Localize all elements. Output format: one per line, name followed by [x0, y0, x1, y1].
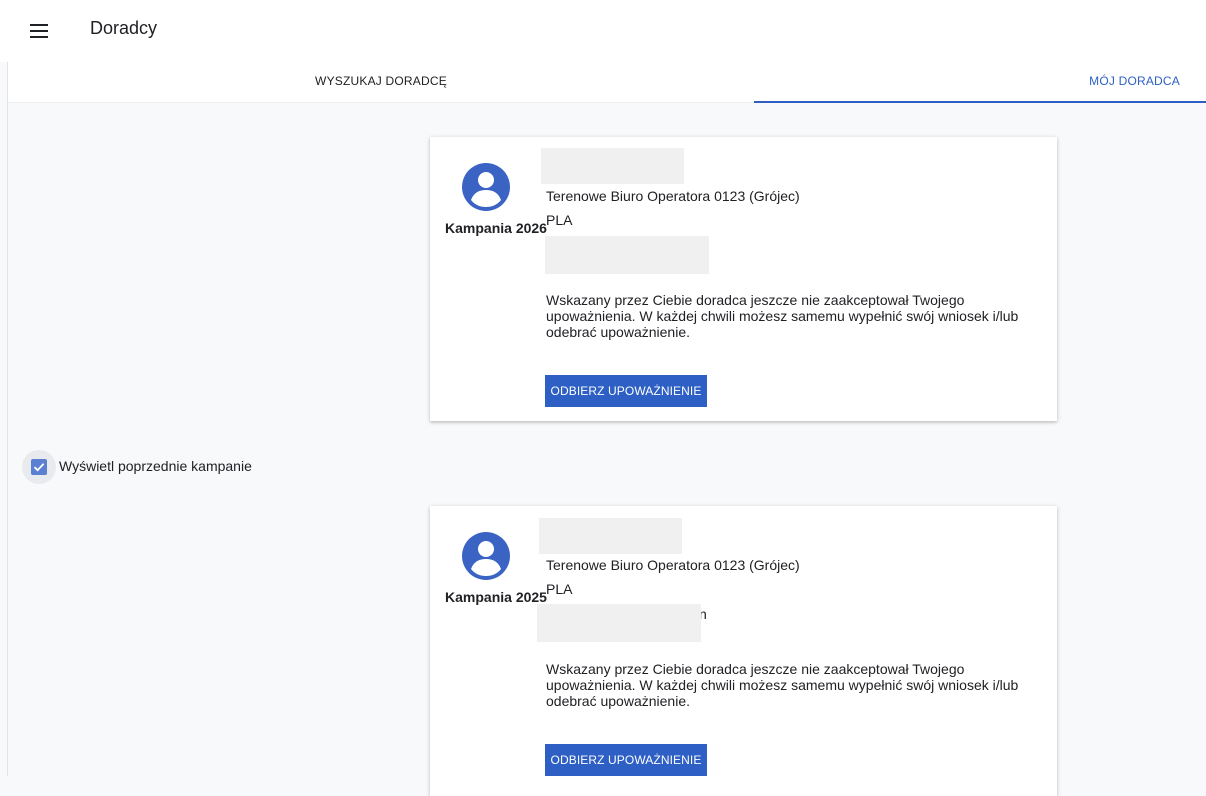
status-message: Wskazany przez Ciebie doradca jeszcze ni…	[546, 661, 1019, 709]
tab-my-advisor[interactable]: MÓJ DORADCA	[754, 62, 1206, 103]
page-title: Doradcy	[90, 18, 158, 38]
redacted-contact	[545, 236, 709, 274]
country-code: PLA	[546, 581, 573, 597]
campaign-label: Kampania 2026	[445, 220, 547, 236]
checkbox-label: Wyświetl poprzednie kampanie	[59, 458, 252, 474]
account-circle-icon	[462, 163, 510, 211]
previous-campaigns-checkbox[interactable]	[31, 459, 47, 475]
office-name: Terenowe Biuro Operatora 0123 (Grójec)	[546, 557, 800, 573]
left-divider	[7, 62, 8, 776]
tab-label: MÓJ DORADCA	[1089, 74, 1180, 88]
revoke-authorization-button[interactable]: ODBIERZ UPOWAŻNIENIE	[545, 744, 707, 776]
campaign-label: Kampania 2025	[445, 589, 547, 605]
redacted-name	[539, 518, 682, 554]
active-tab-indicator	[754, 101, 1206, 103]
redacted-contact	[537, 604, 701, 642]
tab-bar: WYSZUKAJ DORADCĘ MÓJ DORADCA	[8, 62, 1206, 103]
redacted-name	[541, 148, 684, 184]
country-code: PLA	[546, 212, 573, 228]
advisor-card-2026: Kampania 2026 Terenowe Biuro Operatora 0…	[430, 137, 1057, 421]
tab-search-advisor[interactable]: WYSZUKAJ DORADCĘ	[8, 62, 754, 102]
tab-label: WYSZUKAJ DORADCĘ	[315, 74, 447, 88]
account-circle-icon	[462, 532, 510, 580]
revoke-authorization-button[interactable]: ODBIERZ UPOWAŻNIENIE	[545, 375, 707, 407]
menu-icon[interactable]	[30, 24, 48, 38]
advisor-card-2025: Kampania 2025 Terenowe Biuro Operatora 0…	[430, 506, 1057, 796]
top-bar: Doradcy	[0, 0, 1206, 62]
office-name: Terenowe Biuro Operatora 0123 (Grójec)	[546, 188, 800, 204]
status-message: Wskazany przez Ciebie doradca jeszcze ni…	[546, 292, 1019, 340]
check-icon	[33, 463, 45, 472]
